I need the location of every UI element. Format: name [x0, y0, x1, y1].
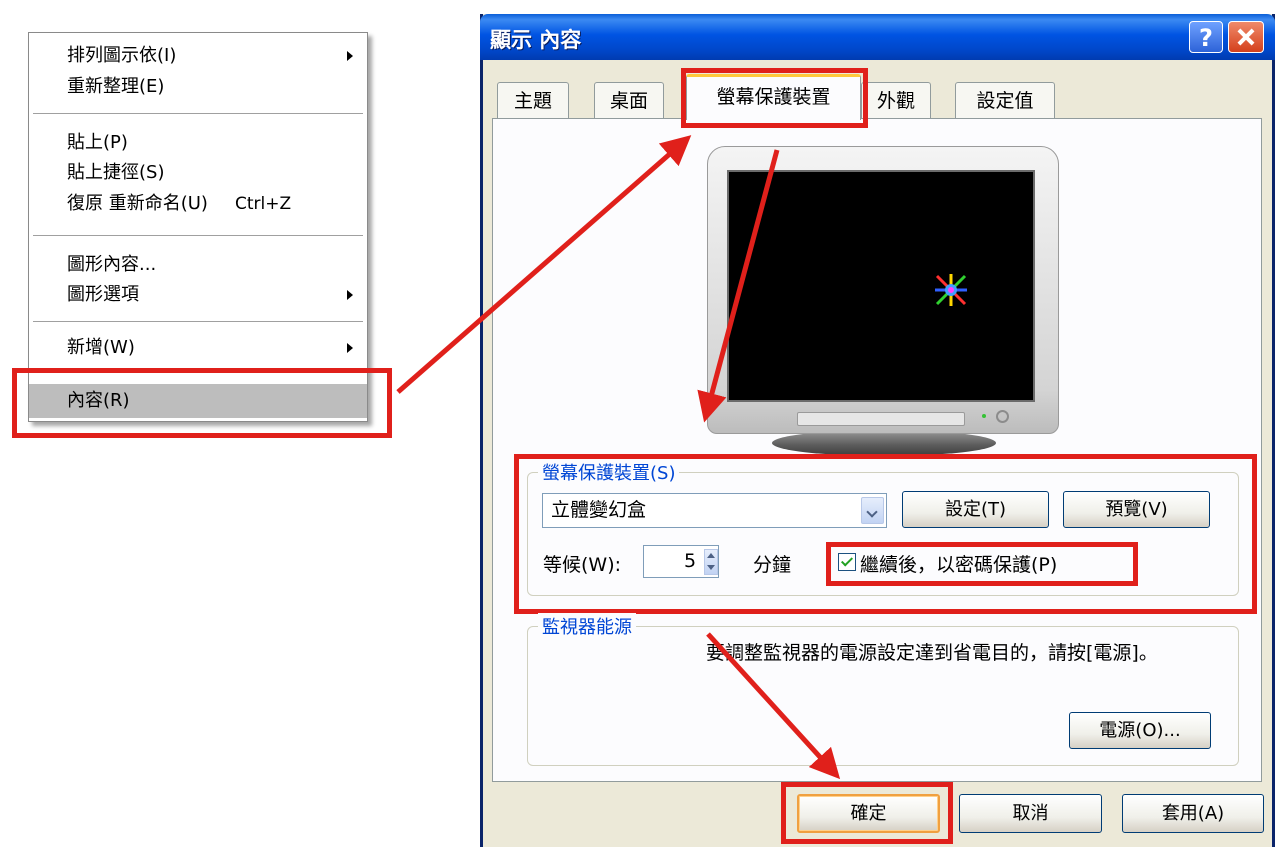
annotation-arrows [396, 135, 841, 780]
arrow-to-screensaver-group [697, 149, 780, 423]
arrow-to-screensaver-tab [396, 135, 692, 394]
arrow-to-ok-button [706, 632, 841, 780]
tab-screensaver[interactable]: 螢幕保護裝置 [686, 74, 861, 120]
